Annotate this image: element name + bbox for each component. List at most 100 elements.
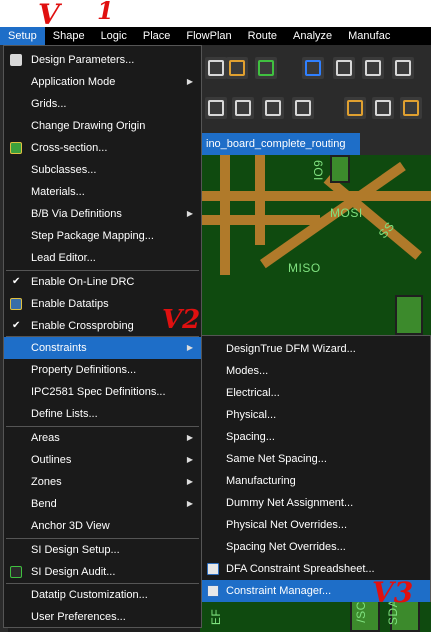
menu-logic[interactable]: Logic	[93, 27, 135, 45]
toolbar-signal-icon[interactable]	[292, 97, 314, 119]
menu-item-cross-section[interactable]: Cross-section...	[4, 137, 201, 159]
submenu-arrow-icon: ▶	[186, 477, 193, 486]
menu-item-label: Subclasses...	[31, 164, 97, 176]
checkmark-icon: ✔	[12, 320, 21, 331]
annotation-strip	[0, 0, 431, 27]
menu-place[interactable]: Place	[135, 27, 179, 45]
document-tab[interactable]: ino_board_complete_routing	[200, 133, 360, 155]
submenu-arrow-icon: ▶	[186, 343, 193, 352]
toolbar-chip-icon[interactable]	[205, 57, 227, 79]
menu-route[interactable]: Route	[240, 27, 285, 45]
toolbar-wave-icon[interactable]	[205, 97, 227, 119]
menu-flowplan[interactable]: FlowPlan	[178, 27, 239, 45]
menu-item-constraints[interactable]: Constraints ▶	[4, 337, 201, 359]
menu-item-label: Areas	[31, 432, 60, 444]
menu-item-label: Enable Crossprobing	[31, 320, 134, 332]
submenu-item-physical-net-overrides[interactable]: Physical Net Overrides...	[202, 514, 430, 536]
annotation-v3: V3	[372, 576, 414, 609]
submenu-item-label: Modes...	[226, 365, 269, 377]
datatips-icon	[10, 298, 22, 310]
toolbar-swap-icon[interactable]	[362, 57, 384, 79]
menu-item-change-drawing-origin[interactable]: Change Drawing Origin	[4, 115, 201, 137]
submenu-item-same-net-spacing[interactable]: Same Net Spacing...	[202, 448, 430, 470]
menu-item-label: Anchor 3D View	[31, 520, 110, 532]
menu-item-label: Datatip Customization...	[31, 589, 148, 601]
submenu-item-label: Spacing...	[226, 431, 275, 443]
menu-item-label: Change Drawing Origin	[31, 120, 146, 132]
toolbar-check-icon[interactable]	[262, 97, 284, 119]
pcb-pad	[330, 155, 350, 183]
menu-item-label: Constraints	[31, 342, 87, 354]
menu-item-label: SI Design Setup...	[31, 544, 120, 556]
submenu-item-designtrue-dfm-wizard[interactable]: DesignTrue DFM Wizard...	[202, 338, 430, 360]
net-label-io9: IO9	[311, 159, 326, 181]
submenu-item-modes[interactable]: Modes...	[202, 360, 430, 382]
menu-item-define-lists[interactable]: Define Lists...	[4, 403, 201, 425]
menu-item-label: Lead Editor...	[31, 252, 96, 264]
toolbar-gear-icon[interactable]	[372, 97, 394, 119]
submenu-item-physical[interactable]: Physical...	[202, 404, 430, 426]
submenu-item-label: Same Net Spacing...	[226, 453, 327, 465]
submenu-item-electrical[interactable]: Electrical...	[202, 382, 430, 404]
menu-item-grids[interactable]: Grids...	[4, 93, 201, 115]
menu-item-enable-online-drc[interactable]: ✔ Enable On-Line DRC	[4, 271, 201, 293]
pcb-pad	[395, 295, 423, 335]
menu-item-si-design-audit[interactable]: SI Design Audit...	[4, 561, 201, 583]
net-label-miso: MISO	[288, 261, 321, 275]
submenu-item-label: Dummy Net Assignment...	[226, 497, 354, 509]
si-audit-icon	[10, 566, 22, 578]
menu-item-zones[interactable]: Zones ▶	[4, 471, 201, 493]
submenu-item-manufacturing[interactable]: Manufacturing	[202, 470, 430, 492]
menu-item-label: Cross-section...	[31, 142, 108, 154]
toolbar-hand-icon[interactable]	[333, 57, 355, 79]
toolbar-route-icon[interactable]	[302, 57, 324, 79]
menu-item-design-parameters[interactable]: Design Parameters...	[4, 49, 201, 71]
track-vertical	[255, 155, 265, 245]
menu-item-property-definitions[interactable]: Property Definitions...	[4, 359, 201, 381]
constraints-submenu: DesignTrue DFM Wizard... Modes... Electr…	[201, 335, 431, 602]
submenu-item-label: Physical Net Overrides...	[226, 519, 348, 531]
submenu-arrow-icon: ▶	[186, 455, 193, 464]
menu-item-label: Bend	[31, 498, 57, 510]
menu-item-lead-editor[interactable]: Lead Editor...	[4, 247, 201, 269]
setup-menu: Design Parameters... Application Mode ▶ …	[3, 45, 202, 628]
menu-item-label: Outlines	[31, 454, 72, 466]
menu-item-outlines[interactable]: Outlines ▶	[4, 449, 201, 471]
menu-item-si-design-setup[interactable]: SI Design Setup...	[4, 539, 201, 561]
toolbar-wave2-icon[interactable]	[232, 97, 254, 119]
constraint-manager-icon	[207, 585, 219, 597]
annotation-v2: V2	[162, 305, 201, 335]
menu-item-user-preferences[interactable]: User Preferences...	[4, 606, 201, 628]
net-label-mosi: MOSI	[330, 206, 363, 220]
menu-manufacture[interactable]: Manufac	[340, 27, 398, 45]
annotation-v1: V	[38, 0, 60, 31]
submenu-item-label: Spacing Net Overrides...	[226, 541, 346, 553]
submenu-item-label: Constraint Manager...	[226, 585, 332, 597]
menu-item-bend[interactable]: Bend ▶	[4, 493, 201, 515]
menu-item-bb-via-definitions[interactable]: B/B Via Definitions ▶	[4, 203, 201, 225]
menu-item-subclasses[interactable]: Subclasses...	[4, 159, 201, 181]
toolbar-component-icon[interactable]	[226, 57, 248, 79]
toolbar-probe-icon[interactable]	[400, 97, 422, 119]
toolbar-flow-icon[interactable]	[392, 57, 414, 79]
track-horizontal	[200, 191, 431, 201]
submenu-item-dummy-net-assignment[interactable]: Dummy Net Assignment...	[202, 492, 430, 514]
toolbar-connector-icon[interactable]	[255, 57, 277, 79]
menu-item-application-mode[interactable]: Application Mode ▶	[4, 71, 201, 93]
menu-item-label: SI Design Audit...	[31, 566, 116, 578]
menu-item-anchor-3d-view[interactable]: Anchor 3D View	[4, 515, 201, 537]
menu-item-materials[interactable]: Materials...	[4, 181, 201, 203]
menu-item-label: Define Lists...	[31, 408, 98, 420]
cross-section-icon	[10, 142, 22, 154]
menu-item-areas[interactable]: Areas ▶	[4, 427, 201, 449]
submenu-item-spacing-net-overrides[interactable]: Spacing Net Overrides...	[202, 536, 430, 558]
menu-item-ipc2581-spec[interactable]: IPC2581 Spec Definitions...	[4, 381, 201, 403]
menu-item-label: Design Parameters...	[31, 54, 135, 66]
submenu-item-spacing[interactable]: Spacing...	[202, 426, 430, 448]
submenu-item-label: Manufacturing	[226, 475, 296, 487]
menu-item-step-package-mapping[interactable]: Step Package Mapping...	[4, 225, 201, 247]
menu-item-datatip-customization[interactable]: Datatip Customization...	[4, 584, 201, 606]
toolbar-measure-icon[interactable]	[344, 97, 366, 119]
menu-analyze[interactable]: Analyze	[285, 27, 340, 45]
submenu-arrow-icon: ▶	[186, 209, 193, 218]
